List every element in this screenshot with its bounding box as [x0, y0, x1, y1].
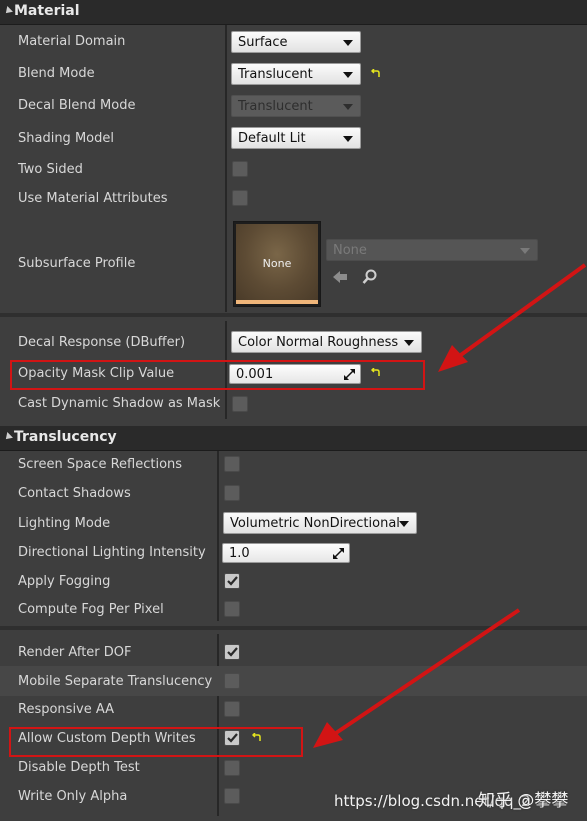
decal-blend-mode-dropdown: Translucent	[231, 95, 361, 117]
material-domain-label: Material Domain	[18, 34, 126, 49]
column-divider	[225, 25, 227, 312]
two-sided-label: Two Sided	[18, 162, 83, 177]
checkmark-icon	[227, 576, 238, 586]
chevron-down-icon	[399, 521, 409, 527]
write-only-alpha-label: Write Only Alpha	[18, 789, 128, 804]
reset-to-default-icon[interactable]	[371, 69, 381, 79]
chevron-down-icon	[343, 40, 353, 46]
cast-dynamic-shadow-label: Cast Dynamic Shadow as Mask	[18, 396, 221, 411]
decal-blend-mode-label: Decal Blend Mode	[18, 98, 136, 113]
column-divider	[217, 634, 219, 816]
render-after-dof-label: Render After DOF	[18, 645, 132, 660]
chevron-down-icon	[343, 72, 353, 78]
drag-handle-icon[interactable]	[333, 548, 344, 559]
browse-search-icon[interactable]	[362, 269, 378, 285]
mobile-separate-translucency-checkbox[interactable]	[224, 673, 240, 689]
blend-mode-dropdown[interactable]: Translucent	[231, 63, 361, 85]
section-title: Translucency	[14, 429, 117, 445]
thumbnail-text: None	[262, 257, 292, 270]
annotation-highlight-box	[9, 727, 303, 757]
checkmark-icon	[227, 647, 238, 657]
subsurface-profile-thumbnail[interactable]: None	[233, 221, 321, 307]
use-material-attributes-checkbox[interactable]	[232, 190, 248, 206]
apply-fogging-label: Apply Fogging	[18, 574, 111, 589]
compute-fog-per-pixel-label: Compute Fog Per Pixel	[18, 602, 164, 617]
blend-mode-label: Blend Mode	[18, 66, 95, 81]
directional-lighting-intensity-label: Directional Lighting Intensity	[18, 545, 206, 560]
chevron-down-icon	[520, 248, 530, 254]
render-after-dof-checkbox[interactable]	[224, 644, 240, 660]
compute-fog-per-pixel-checkbox[interactable]	[224, 601, 240, 617]
annotation-highlight-box	[10, 360, 425, 390]
cast-dynamic-shadow-checkbox[interactable]	[232, 396, 248, 412]
apply-fogging-checkbox[interactable]	[224, 573, 240, 589]
lighting-mode-dropdown[interactable]: Volumetric NonDirectional	[223, 512, 417, 534]
section-spacer	[0, 626, 587, 630]
directional-lighting-intensity-input[interactable]: 1.0	[222, 543, 350, 563]
subsurface-profile-asset-picker: None	[326, 239, 538, 261]
collapse-triangle-icon[interactable]	[3, 432, 13, 442]
use-material-attributes-label: Use Material Attributes	[18, 191, 168, 206]
thumbnail-color-bar	[236, 300, 318, 304]
decal-response-dropdown[interactable]: Color Normal Roughness	[231, 331, 422, 353]
watermark-zhihu: 知乎 @攀攀	[478, 791, 569, 811]
material-section-header[interactable]: Material	[0, 0, 587, 25]
two-sided-checkbox[interactable]	[232, 161, 248, 177]
decal-response-label: Decal Response (DBuffer)	[18, 335, 186, 350]
section-title: Material	[14, 3, 80, 19]
chevron-down-icon	[343, 136, 353, 142]
write-only-alpha-checkbox[interactable]	[224, 788, 240, 804]
collapse-triangle-icon[interactable]	[3, 6, 13, 16]
column-divider	[217, 451, 219, 621]
responsive-aa-label: Responsive AA	[18, 702, 115, 717]
subsurface-profile-label: Subsurface Profile	[18, 256, 136, 271]
material-domain-dropdown[interactable]: Surface	[231, 31, 361, 53]
chevron-down-icon	[404, 340, 414, 346]
use-selected-arrow-icon[interactable]	[332, 270, 348, 284]
screen-space-reflections-label: Screen Space Reflections	[18, 457, 183, 472]
contact-shadows-label: Contact Shadows	[18, 486, 131, 501]
disable-depth-test-checkbox[interactable]	[224, 760, 240, 776]
chevron-down-icon	[343, 104, 353, 110]
responsive-aa-checkbox[interactable]	[224, 701, 240, 717]
lighting-mode-label: Lighting Mode	[18, 516, 111, 531]
screen-space-reflections-checkbox[interactable]	[224, 456, 240, 472]
disable-depth-test-label: Disable Depth Test	[18, 760, 140, 775]
shading-model-dropdown[interactable]: Default Lit	[231, 127, 361, 149]
translucency-section-header[interactable]: Translucency	[0, 426, 587, 451]
contact-shadows-checkbox[interactable]	[224, 485, 240, 501]
shading-model-label: Shading Model	[18, 131, 114, 146]
mobile-separate-translucency-label: Mobile Separate Translucency	[18, 674, 213, 689]
section-spacer	[0, 313, 587, 317]
